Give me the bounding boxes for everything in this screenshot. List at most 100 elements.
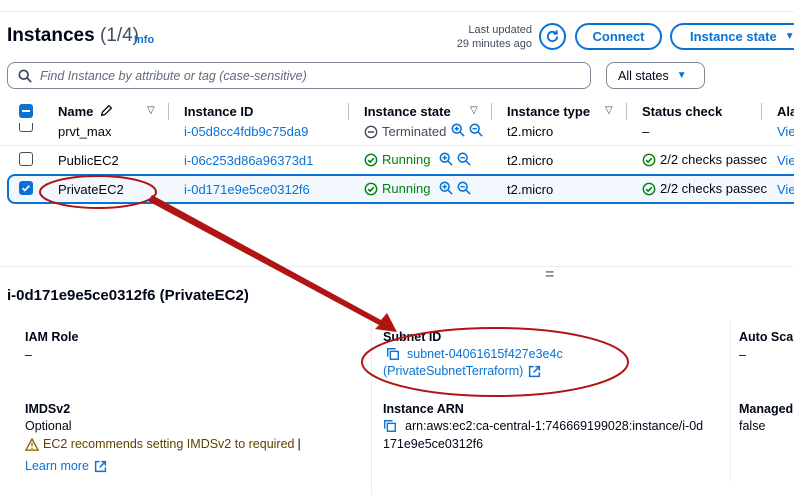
managed-value: false xyxy=(739,419,766,433)
select-all-checkbox[interactable] xyxy=(19,104,33,118)
check-icon xyxy=(22,185,30,192)
instance-type: t2.micro xyxy=(507,182,554,197)
page-title: Instances (1/4) xyxy=(7,25,139,47)
resize-handle-icon[interactable]: = xyxy=(545,266,554,284)
instance-state-text: Running xyxy=(382,152,431,167)
instance-id-link[interactable]: i-05d8cc4fdb9c75da9 xyxy=(184,124,308,139)
column-header-name[interactable]: Name xyxy=(58,104,113,119)
managed-label: Managed xyxy=(739,402,794,416)
zoom-in-icon[interactable] xyxy=(439,181,453,195)
status-ok-icon xyxy=(642,182,656,195)
refresh-icon xyxy=(546,30,559,43)
row-checkbox[interactable] xyxy=(19,123,33,132)
column-header-instance-state[interactable]: Instance state xyxy=(364,104,451,119)
instance-arn-line2: 171e9e5ce0312f6 xyxy=(383,437,484,451)
zoom-in-icon[interactable] xyxy=(451,123,465,137)
split-panel-divider xyxy=(0,266,794,267)
sort-caret-icon[interactable]: ▽ xyxy=(470,105,478,116)
instance-arn-line1: arn:aws:ec2:ca-central-1:746669199028:in… xyxy=(405,419,704,433)
connect-button[interactable]: Connect xyxy=(575,23,662,50)
running-check-icon xyxy=(364,153,378,166)
subnet-id-link[interactable]: subnet-04061615f427e3e4c xyxy=(386,347,563,361)
running-check-icon xyxy=(364,182,378,195)
column-separator xyxy=(626,103,627,120)
zoom-out-icon[interactable] xyxy=(457,152,471,166)
column-header-alarm[interactable]: Ala xyxy=(777,104,794,119)
row-checkbox[interactable] xyxy=(19,152,33,166)
learn-more-link[interactable]: Learn more xyxy=(25,459,107,473)
terminated-icon xyxy=(364,125,378,138)
status-check-text: 2/2 checks passec xyxy=(660,181,767,196)
instance-id-link[interactable]: i-0d171e9e5ce0312f6 xyxy=(184,182,310,197)
instance-name[interactable]: PublicEC2 xyxy=(58,153,119,168)
caret-down-icon: ▼ xyxy=(676,70,687,81)
status-check: 2/2 checks passec xyxy=(642,152,767,167)
column-header-instance-id[interactable]: Instance ID xyxy=(184,104,253,119)
instance-arn-label: Instance ARN xyxy=(383,402,464,416)
state-zoom-controls xyxy=(439,152,471,166)
auto-scaling-value: – xyxy=(739,348,746,362)
edit-pencil-icon xyxy=(100,104,113,117)
status-check: 2/2 checks passec xyxy=(642,181,767,196)
annotation-arrow xyxy=(148,195,397,332)
last-updated-label: Last updated xyxy=(468,24,532,36)
column-divider xyxy=(371,322,372,495)
instance-state-text: Terminated xyxy=(382,124,447,139)
iam-role-value: – xyxy=(25,348,32,362)
column-separator xyxy=(168,103,169,120)
title-text: Instances xyxy=(7,25,95,46)
caret-down-icon: ▼ xyxy=(784,31,794,42)
instance-name[interactable]: prvt_max xyxy=(58,124,111,139)
last-updated: Last updated 29 minutes ago xyxy=(420,23,532,51)
subnet-name-link[interactable]: (PrivateSubnetTerraform) xyxy=(383,364,541,378)
alarm-link[interactable]: Vie xyxy=(777,124,794,139)
status-check-text: 2/2 checks passec xyxy=(660,152,767,167)
search-placeholder: Find Instance by attribute or tag (case-… xyxy=(40,68,307,83)
instance-state-label: Instance state xyxy=(690,29,777,44)
instance-state: Running xyxy=(364,152,430,167)
instance-state: Terminated xyxy=(364,124,446,139)
state-filter-value: All states xyxy=(618,68,669,83)
alarm-link[interactable]: Vie xyxy=(777,182,794,197)
imdsv2-warning: EC2 recommends setting IMDSv2 to require… xyxy=(25,437,301,451)
imdsv2-value: Optional xyxy=(25,419,72,433)
iam-role-label: IAM Role xyxy=(25,330,79,344)
instance-type: t2.micro xyxy=(507,153,554,168)
state-zoom-controls xyxy=(439,181,471,195)
search-input[interactable]: Find Instance by attribute or tag (case-… xyxy=(7,62,591,89)
column-separator xyxy=(761,103,762,120)
instance-id-link[interactable]: i-06c253d86a96373d1 xyxy=(184,153,313,168)
column-separator xyxy=(348,103,349,120)
search-icon xyxy=(18,68,32,83)
instance-name[interactable]: PrivateEC2 xyxy=(58,182,124,197)
instance-type: t2.micro xyxy=(507,124,554,139)
subnet-name-value: (PrivateSubnetTerraform) xyxy=(383,364,524,378)
imdsv2-warning-text: EC2 recommends setting IMDSv2 to require… xyxy=(43,437,295,451)
last-updated-value: 29 minutes ago xyxy=(456,38,532,50)
learn-more-text: Learn more xyxy=(25,459,89,473)
zoom-out-icon[interactable] xyxy=(457,181,471,195)
copy-icon[interactable] xyxy=(386,347,400,361)
info-link[interactable]: Info xyxy=(134,34,154,46)
row-divider xyxy=(0,145,794,146)
instance-state-dropdown[interactable]: Instance state ▼ xyxy=(670,23,794,50)
text-cursor: | xyxy=(297,437,301,451)
details-title: i-0d171e9e5ce0312f6 (PrivateEC2) xyxy=(7,287,249,304)
status-ok-icon xyxy=(642,153,656,166)
state-filter-select[interactable]: All states ▼ xyxy=(606,62,705,89)
imdsv2-label: IMDSv2 xyxy=(25,402,71,416)
refresh-button[interactable] xyxy=(539,23,566,50)
column-header-instance-type[interactable]: Instance type xyxy=(507,104,590,119)
alarm-link[interactable]: Vie xyxy=(777,153,794,168)
row-checkbox-checked[interactable] xyxy=(19,181,33,195)
sort-caret-icon[interactable]: ▽ xyxy=(605,105,613,116)
sort-caret-icon[interactable]: ▽ xyxy=(147,105,155,116)
zoom-in-icon[interactable] xyxy=(439,152,453,166)
subnet-id-value: subnet-04061615f427e3e4c xyxy=(407,347,563,361)
status-check: – xyxy=(642,124,650,139)
top-divider xyxy=(0,11,794,12)
zoom-out-icon[interactable] xyxy=(469,123,483,137)
instance-arn-value: arn:aws:ec2:ca-central-1:746669199028:in… xyxy=(383,419,703,433)
copy-icon[interactable] xyxy=(383,419,397,433)
column-header-status-check[interactable]: Status check xyxy=(642,104,722,119)
